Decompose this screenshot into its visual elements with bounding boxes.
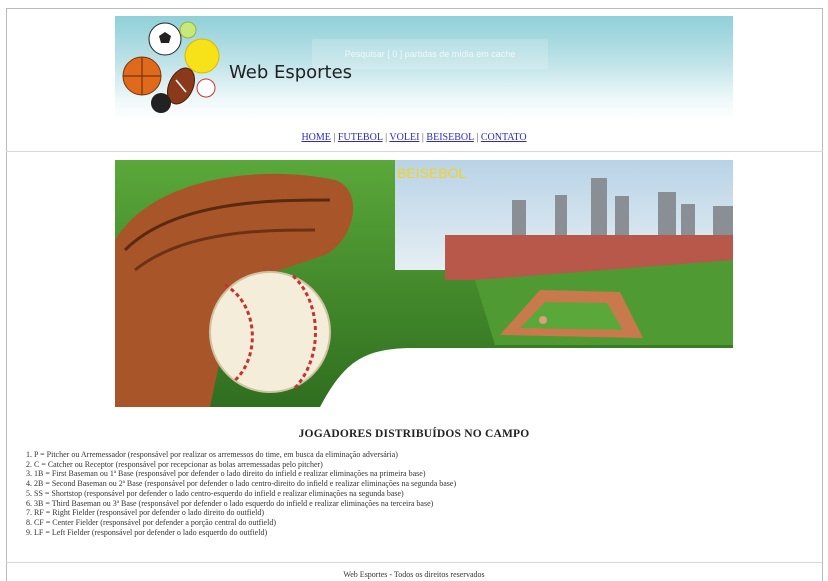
nav-separator: | bbox=[421, 132, 424, 143]
footer-text: Web Esportes - Todos os direitos reserva… bbox=[343, 570, 485, 579]
nav-separator: | bbox=[333, 132, 336, 143]
main-nav: HOME | FUTEBOL | VOLEI | BEISEBOL | CONT… bbox=[0, 132, 828, 143]
list-item: 1. P = Pitcher ou Arremessador (responsá… bbox=[26, 450, 398, 459]
sports-balls-logo bbox=[122, 21, 220, 113]
list-item: 5. SS = Shortstop (responsável por defen… bbox=[26, 488, 404, 498]
site-header: Pesquisar [ 0 ] partidas de mídia em cac… bbox=[115, 16, 733, 120]
list-item: 9. LF = Left Fielder (responsável por de… bbox=[26, 527, 268, 537]
banner-label: BEISEBOL bbox=[397, 165, 466, 181]
nav-contato-link[interactable]: CONTATO bbox=[481, 132, 527, 143]
list-item: 2. C = Catcher ou Receptor (responsável … bbox=[26, 459, 323, 469]
site-name: Web Esportes bbox=[229, 62, 353, 83]
list-item: 6. 3B = Third Baseman ou 3ª Base (respon… bbox=[26, 498, 434, 508]
players-list: 1. P = Pitcher ou Arremessador (responsá… bbox=[26, 450, 456, 537]
list-item: 3. 1B = First Baseman ou 1ª Base (respon… bbox=[26, 469, 426, 479]
list-item: 7. RF = Right Fielder (responsável por d… bbox=[26, 508, 265, 518]
players-heading: JOGADORES DISTRIBUÍDOS NO CAMPO bbox=[298, 428, 530, 440]
list-item: 4. 2B = Second Baseman ou 2ª Base (respo… bbox=[26, 479, 457, 489]
nav-futebol-link[interactable]: FUTEBOL bbox=[338, 132, 383, 143]
baseball-banner-image: BEISEBOL bbox=[115, 160, 733, 407]
nav-volei-link[interactable]: VOLEI bbox=[389, 132, 419, 143]
list-item: 8. CF = Center Fielder (responsável por … bbox=[26, 517, 276, 527]
nav-separator: | bbox=[385, 132, 388, 143]
header-divider bbox=[6, 151, 823, 152]
baseball-banner: BEISEBOL bbox=[115, 160, 733, 407]
nav-separator: | bbox=[476, 132, 479, 143]
nav-home-link[interactable]: HOME bbox=[301, 132, 330, 143]
footer-divider bbox=[6, 562, 823, 563]
nav-beisebol-link[interactable]: BEISEBOL bbox=[426, 132, 473, 143]
